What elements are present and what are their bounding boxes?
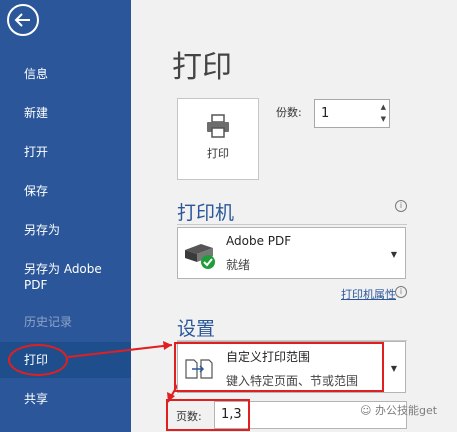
watermark: ☺ 办公技能get [360, 402, 437, 418]
print-button[interactable]: 打印 [177, 98, 259, 180]
sidebar-item-save-as[interactable]: 另存为 [0, 222, 131, 238]
back-button[interactable] [7, 4, 39, 36]
watermark-text: 办公技能get [374, 404, 438, 417]
sidebar-item-new[interactable]: 新建 [0, 105, 131, 121]
copies-value: 1 [321, 106, 330, 121]
chevron-down-icon: ▼ [390, 364, 397, 373]
settings-section-title: 设置 [177, 318, 216, 340]
annotation-box-range [174, 342, 384, 392]
printer-properties-link[interactable]: 打印机属性 [341, 286, 396, 302]
copies-label: 份数: [276, 106, 302, 119]
printer-ready-icon [185, 244, 215, 269]
printer-icon [207, 114, 229, 138]
sidebar-item-save-as-pdf[interactable]: 另存为 Adobe PDF [0, 261, 110, 293]
watermark-icon: ☺ [360, 404, 372, 417]
annotation-oval-print [8, 344, 68, 376]
print-button-label: 打印 [207, 147, 229, 160]
sidebar-item-info[interactable]: 信息 [0, 66, 131, 82]
chevron-down-icon: ▼ [390, 250, 397, 259]
printer-name: Adobe PDF [226, 234, 292, 248]
printer-status: 就绪 [226, 258, 251, 272]
sidebar-item-share[interactable]: 共享 [0, 391, 131, 407]
annotation-arrowhead-range [163, 341, 172, 350]
section-divider [177, 224, 407, 225]
sidebar-item-open[interactable]: 打开 [0, 144, 131, 160]
sidebar-item-save[interactable]: 保存 [0, 183, 131, 199]
spin-up-icon[interactable]: ▲ [381, 103, 386, 111]
printer-dropdown[interactable]: Adobe PDF 就绪 ▼ [177, 227, 406, 279]
sidebar-item-history: 历史记录 [24, 315, 73, 329]
annotation-box-pages [166, 399, 250, 431]
info-icon[interactable]: i [395, 286, 407, 298]
page-title: 打印 [172, 50, 232, 85]
printer-section-title: 打印机 [177, 202, 235, 224]
copies-stepper[interactable]: 1 ▲ ▼ [314, 99, 390, 128]
spin-down-icon[interactable]: ▼ [381, 115, 386, 123]
info-icon[interactable]: i [395, 200, 407, 212]
arrow-left-icon [14, 13, 30, 27]
